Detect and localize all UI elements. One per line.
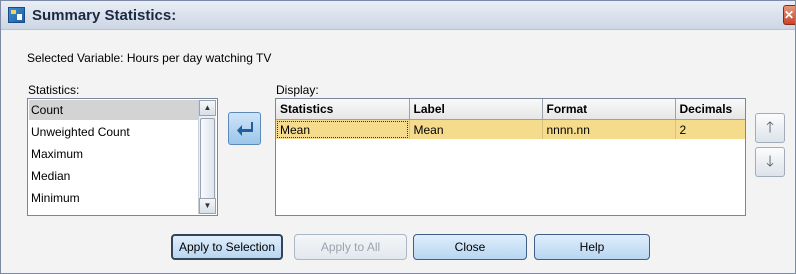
scroll-thumb[interactable] <box>200 118 215 204</box>
column-header-format[interactable]: Format <box>542 99 676 120</box>
cell-label[interactable]: Mean <box>409 119 543 139</box>
list-item[interactable]: Median <box>29 166 198 186</box>
cell-format[interactable]: nnnn.nn <box>542 119 676 139</box>
column-header-decimals[interactable]: Decimals <box>675 99 745 120</box>
display-label: Display: <box>276 83 319 97</box>
list-item[interactable]: Maximum <box>29 144 198 164</box>
move-to-display-button[interactable] <box>228 112 261 145</box>
title-bar[interactable]: Summary Statistics: ✕ <box>1 1 795 30</box>
column-header-statistics[interactable]: Statistics <box>276 99 410 120</box>
display-table[interactable]: Statistics Label Format Decimals Mean Me… <box>275 98 746 216</box>
table-row[interactable]: Mean Mean nnnn.nn 2 <box>276 119 745 139</box>
arrow-up-icon: 🡑 <box>766 119 774 136</box>
vertical-scrollbar[interactable]: ▲ ▼ <box>198 100 216 214</box>
statistics-label: Statistics: <box>28 83 80 97</box>
cell-decimals[interactable]: 2 <box>675 119 745 139</box>
list-item[interactable]: Unweighted Count <box>29 122 198 142</box>
selected-variable-text: Selected Variable: Hours per day watchin… <box>27 51 272 65</box>
list-item[interactable]: Minimum <box>29 188 198 208</box>
statistics-listbox[interactable]: Count Unweighted Count Maximum Median Mi… <box>27 98 218 216</box>
scroll-down-icon[interactable]: ▼ <box>199 198 216 214</box>
apply-to-selection-button[interactable]: Apply to Selection <box>171 234 283 260</box>
app-icon <box>8 7 25 23</box>
scroll-up-icon[interactable]: ▲ <box>199 100 216 116</box>
arrow-left-icon <box>237 122 253 136</box>
cell-statistics[interactable]: Mean <box>276 119 410 139</box>
arrow-down-icon: 🡓 <box>766 153 774 170</box>
move-up-button[interactable]: 🡑 <box>755 113 785 143</box>
list-item[interactable]: Count <box>29 100 198 120</box>
close-button[interactable]: Close <box>413 234 527 260</box>
close-icon[interactable]: ✕ <box>783 5 795 25</box>
column-header-label[interactable]: Label <box>409 99 543 120</box>
window-title: Summary Statistics: <box>32 7 177 24</box>
help-button[interactable]: Help <box>534 234 650 260</box>
summary-statistics-dialog: Summary Statistics: ✕ Selected Variable:… <box>0 0 796 274</box>
apply-to-all-button[interactable]: Apply to All <box>294 234 407 260</box>
move-down-button[interactable]: 🡓 <box>755 147 785 177</box>
